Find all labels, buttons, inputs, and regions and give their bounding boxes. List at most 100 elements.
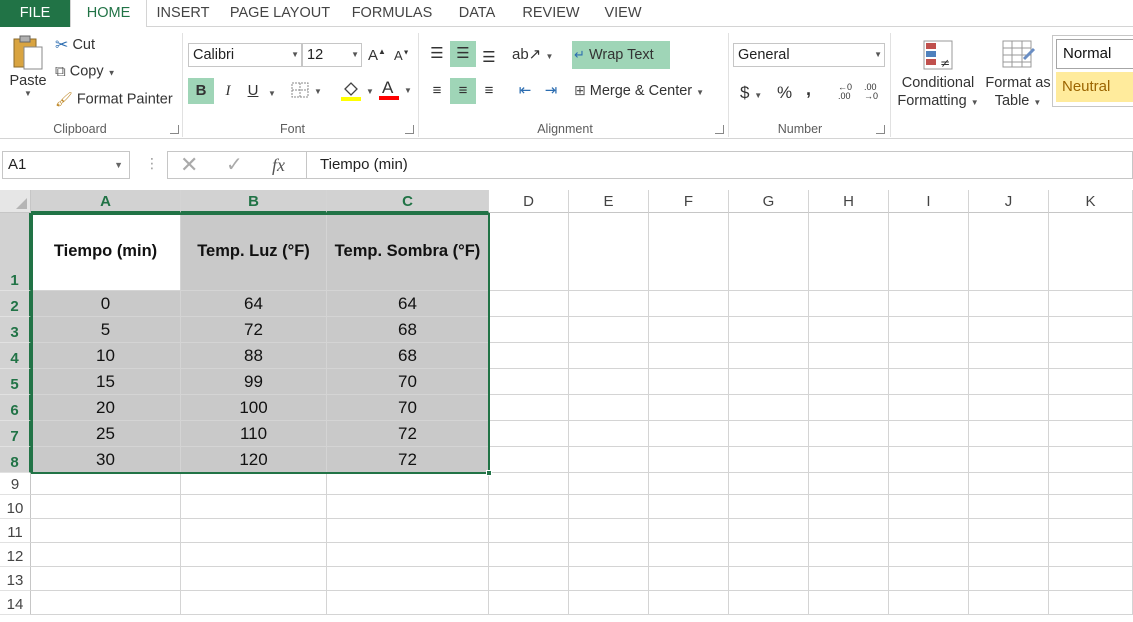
column-header-b[interactable]: B bbox=[181, 190, 327, 213]
empty-cell[interactable] bbox=[181, 591, 327, 615]
tab-page-layout[interactable]: PAGE LAYOUT bbox=[222, 0, 338, 27]
empty-cell[interactable] bbox=[489, 591, 569, 615]
empty-cell[interactable] bbox=[31, 519, 181, 543]
empty-cell[interactable] bbox=[729, 291, 809, 317]
select-all-button[interactable] bbox=[0, 190, 31, 213]
empty-cell[interactable] bbox=[809, 447, 889, 473]
empty-cell[interactable] bbox=[889, 213, 969, 291]
data-cell[interactable]: 72 bbox=[181, 317, 327, 343]
empty-cell[interactable] bbox=[489, 543, 569, 567]
empty-cell[interactable] bbox=[569, 543, 649, 567]
empty-cell[interactable] bbox=[889, 567, 969, 591]
empty-cell[interactable] bbox=[809, 343, 889, 369]
empty-cell[interactable] bbox=[649, 343, 729, 369]
data-cell[interactable]: 25 bbox=[31, 421, 181, 447]
empty-cell[interactable] bbox=[489, 567, 569, 591]
empty-cell[interactable] bbox=[489, 447, 569, 473]
data-cell[interactable]: 0 bbox=[31, 291, 181, 317]
column-header-d[interactable]: D bbox=[489, 190, 569, 213]
clipboard-launcher-icon[interactable] bbox=[170, 125, 179, 134]
empty-cell[interactable] bbox=[327, 473, 489, 495]
empty-cell[interactable] bbox=[729, 543, 809, 567]
empty-cell[interactable] bbox=[649, 421, 729, 447]
header-cell[interactable]: Temp. Luz (°F) bbox=[181, 213, 327, 291]
empty-cell[interactable] bbox=[889, 421, 969, 447]
row-header-6[interactable]: 6 bbox=[0, 395, 31, 421]
data-cell[interactable]: 15 bbox=[31, 369, 181, 395]
data-cell[interactable]: 10 bbox=[31, 343, 181, 369]
row-header-3[interactable]: 3 bbox=[0, 317, 31, 343]
empty-cell[interactable] bbox=[489, 519, 569, 543]
empty-cell[interactable] bbox=[969, 447, 1049, 473]
tab-data[interactable]: DATA bbox=[447, 0, 507, 27]
empty-cell[interactable] bbox=[729, 519, 809, 543]
data-cell[interactable]: 68 bbox=[327, 343, 489, 369]
empty-cell[interactable] bbox=[181, 519, 327, 543]
empty-cell[interactable] bbox=[1049, 421, 1133, 447]
empty-cell[interactable] bbox=[489, 421, 569, 447]
empty-cell[interactable] bbox=[489, 395, 569, 421]
empty-cell[interactable] bbox=[809, 317, 889, 343]
empty-cell[interactable] bbox=[649, 591, 729, 615]
row-header-9[interactable]: 9 bbox=[0, 473, 31, 495]
empty-cell[interactable] bbox=[1049, 343, 1133, 369]
underline-dropdown-icon[interactable]: ▼ bbox=[268, 89, 276, 98]
empty-cell[interactable] bbox=[1049, 473, 1133, 495]
empty-cell[interactable] bbox=[569, 369, 649, 395]
align-left-button[interactable]: ≡ bbox=[424, 78, 450, 104]
empty-cell[interactable] bbox=[809, 395, 889, 421]
data-cell[interactable]: 110 bbox=[181, 421, 327, 447]
row-header-5[interactable]: 5 bbox=[0, 369, 31, 395]
decrease-decimal-button[interactable]: .00 →0 bbox=[864, 83, 878, 101]
borders-button[interactable]: ▼ bbox=[290, 81, 322, 99]
empty-cell[interactable] bbox=[1049, 519, 1133, 543]
empty-cell[interactable] bbox=[889, 473, 969, 495]
empty-cell[interactable] bbox=[729, 213, 809, 291]
row-header-13[interactable]: 13 bbox=[0, 567, 31, 591]
empty-cell[interactable] bbox=[489, 495, 569, 519]
empty-cell[interactable] bbox=[569, 395, 649, 421]
empty-cell[interactable] bbox=[489, 317, 569, 343]
cancel-icon[interactable]: ✕ bbox=[180, 152, 198, 178]
data-cell[interactable]: 70 bbox=[327, 369, 489, 395]
empty-cell[interactable] bbox=[181, 567, 327, 591]
empty-cell[interactable] bbox=[889, 395, 969, 421]
cut-button[interactable]: ✂ Cut bbox=[55, 35, 95, 55]
empty-cell[interactable] bbox=[569, 447, 649, 473]
empty-cell[interactable] bbox=[1049, 369, 1133, 395]
data-cell[interactable]: 20 bbox=[31, 395, 181, 421]
data-cell[interactable]: 88 bbox=[181, 343, 327, 369]
empty-cell[interactable] bbox=[809, 473, 889, 495]
data-cell[interactable]: 68 bbox=[327, 317, 489, 343]
empty-cell[interactable] bbox=[969, 213, 1049, 291]
format-as-table-button[interactable]: Format as Table ▼ bbox=[983, 37, 1053, 113]
empty-cell[interactable] bbox=[969, 291, 1049, 317]
fill-handle[interactable] bbox=[486, 470, 492, 476]
data-cell[interactable]: 5 bbox=[31, 317, 181, 343]
empty-cell[interactable] bbox=[569, 343, 649, 369]
empty-cell[interactable] bbox=[327, 495, 489, 519]
insert-function-icon[interactable]: fx bbox=[272, 152, 285, 178]
empty-cell[interactable] bbox=[649, 495, 729, 519]
empty-cell[interactable] bbox=[327, 591, 489, 615]
empty-cell[interactable] bbox=[889, 591, 969, 615]
empty-cell[interactable] bbox=[809, 421, 889, 447]
empty-cell[interactable] bbox=[969, 495, 1049, 519]
fill-color-button[interactable]: ▼ bbox=[340, 79, 374, 101]
empty-cell[interactable] bbox=[969, 317, 1049, 343]
empty-cell[interactable] bbox=[729, 473, 809, 495]
empty-cell[interactable] bbox=[729, 421, 809, 447]
empty-cell[interactable] bbox=[327, 519, 489, 543]
empty-cell[interactable] bbox=[729, 395, 809, 421]
more-options-icon[interactable]: ⋮ bbox=[145, 155, 159, 172]
empty-cell[interactable] bbox=[969, 421, 1049, 447]
merge-center-button[interactable]: ⊞ Merge & Center ▼ bbox=[574, 82, 704, 99]
empty-cell[interactable] bbox=[1049, 447, 1133, 473]
empty-cell[interactable] bbox=[489, 369, 569, 395]
empty-cell[interactable] bbox=[1049, 543, 1133, 567]
empty-cell[interactable] bbox=[649, 213, 729, 291]
empty-cell[interactable] bbox=[809, 543, 889, 567]
underline-button[interactable]: U bbox=[240, 78, 266, 104]
empty-cell[interactable] bbox=[327, 543, 489, 567]
empty-cell[interactable] bbox=[969, 519, 1049, 543]
